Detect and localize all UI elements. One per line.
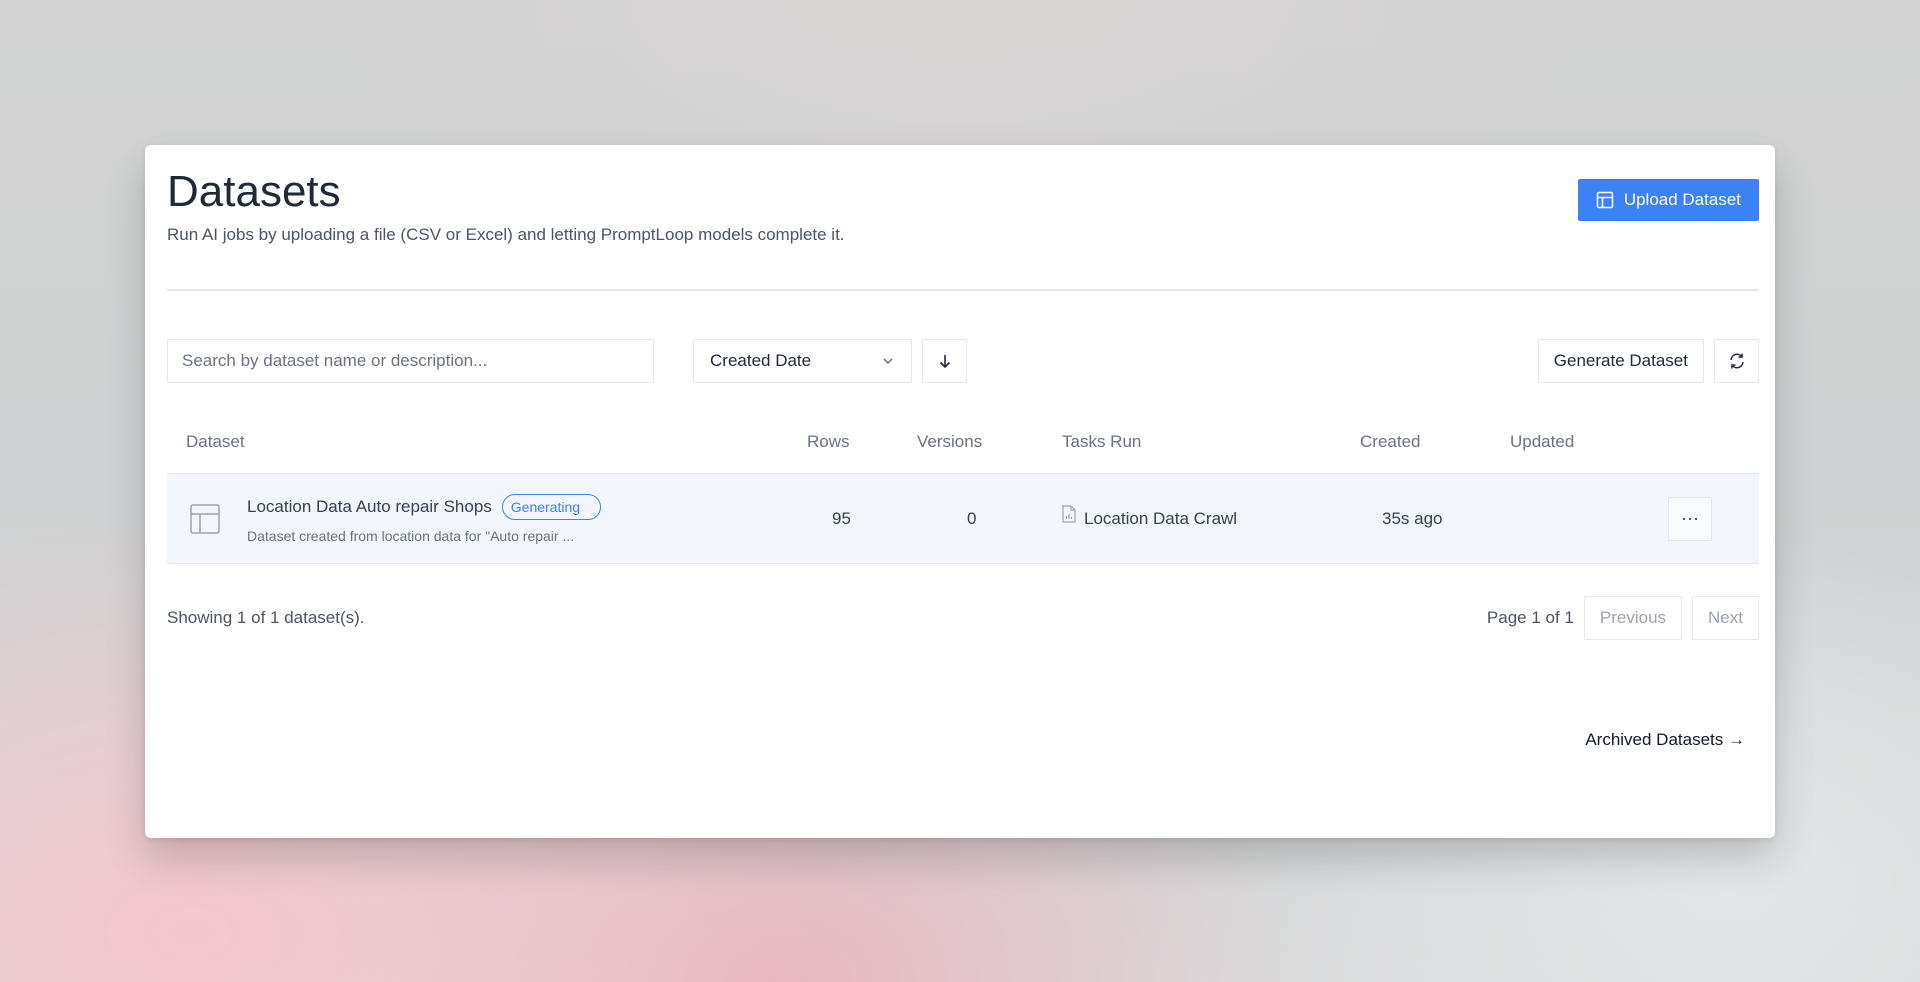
file-chart-icon (1062, 504, 1076, 523)
pagination: Page 1 of 1 Previous Next (1487, 596, 1759, 640)
generate-dataset-button[interactable]: Generate Dataset (1537, 339, 1704, 383)
sort-field-select[interactable]: Created Date (693, 339, 912, 383)
dataset-info: Location Data Auto repair Shops Generati… (247, 493, 602, 544)
datasets-table: Dataset Rows Versions Tasks Run Created … (167, 411, 1759, 564)
chevron-down-icon (883, 358, 893, 365)
created-cell: 35s ago (1382, 508, 1443, 528)
dataset-name[interactable]: Location Data Auto repair Shops (247, 497, 492, 517)
archived-datasets-link[interactable]: Archived Datasets → (1585, 730, 1745, 750)
task-item[interactable]: Location Data Crawl (1062, 504, 1360, 529)
previous-page-button[interactable]: Previous (1583, 596, 1683, 640)
dataset-description: Dataset created from location data for "… (247, 527, 575, 544)
status-badge: Generating (501, 493, 602, 520)
column-header-created[interactable]: Created (1360, 432, 1510, 452)
task-name: Location Data Crawl (1084, 508, 1238, 528)
column-header-dataset[interactable]: Dataset (167, 432, 807, 452)
row-actions-button[interactable]: ··· (1668, 496, 1712, 541)
search-input[interactable] (167, 339, 654, 383)
column-header-versions[interactable]: Versions (917, 432, 1062, 452)
tasks-run-cell: Location Data Crawl (1062, 504, 1360, 529)
sort-field-value: Created Date (710, 351, 812, 370)
datasets-card: Datasets Run AI jobs by uploading a file… (145, 145, 1775, 838)
versions-cell: 0 (967, 508, 977, 528)
dataset-table-icon (190, 503, 220, 534)
toolbar: Created Date Generate Dataset (167, 339, 1759, 383)
refresh-icon (1729, 353, 1744, 369)
sort-direction-button[interactable] (922, 339, 967, 383)
page-indicator: Page 1 of 1 (1486, 608, 1574, 627)
column-header-tasks-run[interactable]: Tasks Run (1062, 432, 1360, 452)
upload-dataset-button[interactable]: Upload Dataset (1577, 179, 1759, 221)
upload-dataset-label: Upload Dataset (1623, 190, 1741, 209)
page-subtitle: Run AI jobs by uploading a file (CSV or … (167, 225, 845, 244)
table-icon (1596, 191, 1614, 209)
more-horizontal-icon: ··· (1681, 508, 1699, 528)
header-divider (167, 289, 1759, 291)
arrow-down-icon (939, 355, 950, 369)
column-header-updated[interactable]: Updated (1510, 432, 1660, 452)
refresh-button[interactable] (1714, 339, 1759, 383)
column-header-rows[interactable]: Rows (807, 432, 917, 452)
dataset-cell: Location Data Auto repair Shops Generati… (167, 493, 807, 544)
page-title: Datasets (167, 167, 341, 216)
page-header: Datasets Run AI jobs by uploading a file… (167, 169, 1759, 245)
next-page-button[interactable]: Next (1692, 596, 1759, 640)
table-footer: Showing 1 of 1 dataset(s). Page 1 of 1 P… (167, 596, 1759, 640)
table-header: Dataset Rows Versions Tasks Run Created … (167, 411, 1759, 474)
dataset-name-line: Location Data Auto repair Shops Generati… (247, 493, 602, 520)
header-text: Datasets Run AI jobs by uploading a file… (167, 169, 845, 245)
rows-cell: 95 (832, 508, 851, 528)
table-row[interactable]: Location Data Auto repair Shops Generati… (167, 474, 1759, 564)
showing-count: Showing 1 of 1 dataset(s). (167, 608, 365, 627)
